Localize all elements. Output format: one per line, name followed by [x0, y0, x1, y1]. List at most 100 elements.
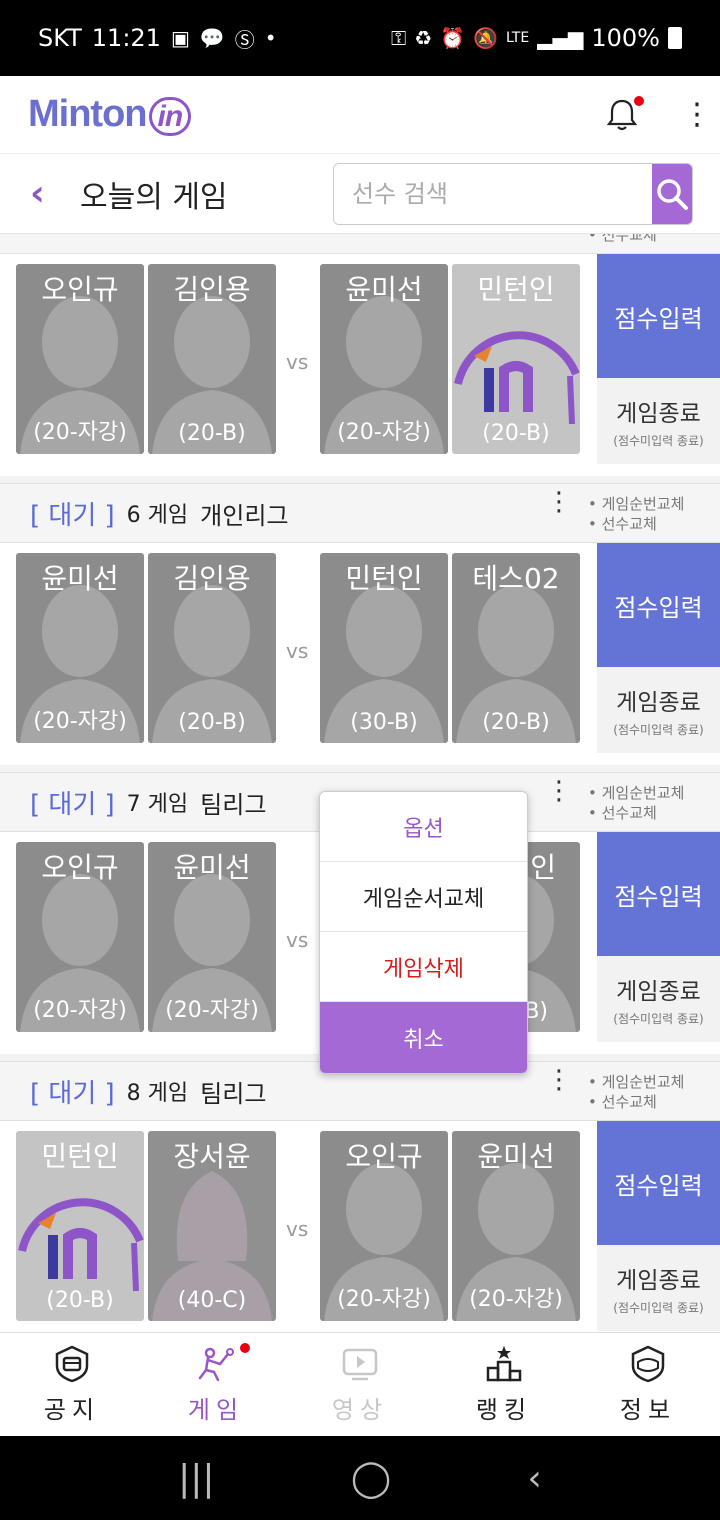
end-game-note: (점수미입력 종료)	[613, 1011, 704, 1026]
nav-label: 게임	[187, 1396, 245, 1424]
delete-game-button[interactable]: 게임삭제	[320, 932, 527, 1002]
player-card[interactable]: 김인용 (20-B)	[148, 553, 276, 743]
game-list[interactable]: ⋮ • 선수교체 오인규 (20-자강) 김인용 (20-B) vs 윤미선 (…	[0, 234, 720, 1332]
home-icon[interactable]: ◯	[351, 1458, 391, 1499]
s-app-icon: Ⓢ	[234, 27, 255, 52]
badminton-icon	[198, 1347, 234, 1382]
player-name: 오인규	[41, 851, 119, 884]
score-input-button[interactable]: 점수입력	[597, 254, 720, 378]
nav-game[interactable]: 게임	[144, 1333, 288, 1436]
notice-icon	[55, 1345, 89, 1383]
end-game-label: 게임종료	[616, 1267, 701, 1294]
player-name: 오인규	[41, 273, 119, 306]
game-options-icon[interactable]: ⋮	[546, 778, 572, 804]
app-bar: Minton in ⋮	[0, 76, 720, 154]
player-card[interactable]: 김인용 (20-B)	[148, 264, 276, 454]
key-icon: ⚿	[390, 26, 407, 50]
carrier: SKT	[38, 24, 82, 52]
player-name: 민턴인	[345, 562, 423, 595]
player-grade: (20-자강)	[337, 420, 431, 445]
page-title: 오늘의 게임	[80, 179, 228, 215]
end-game-label: 게임종료	[616, 689, 701, 716]
end-game-button[interactable]: 게임종료 (점수미입력 종료)	[597, 378, 720, 464]
battery-icon	[668, 27, 682, 49]
vs-label: vs	[286, 1217, 309, 1241]
vs-label: vs	[286, 928, 309, 952]
player-name: 오인규	[345, 1140, 423, 1173]
score-input-button[interactable]: 점수입력	[597, 1121, 720, 1245]
nav-info[interactable]: 정보	[576, 1333, 720, 1436]
info-icon	[631, 1345, 665, 1383]
game-header: [ 대기 ] 6 게임 개인리그 ⋮ • 게임순번교체 • 선수교체	[0, 483, 720, 543]
game-body: 오인규 (20-자강) 김인용 (20-B) vs 윤미선 (20-자강) 민턴…	[0, 254, 720, 476]
system-back-icon[interactable]: ‹	[527, 1458, 541, 1499]
nav-label: 공지	[43, 1396, 101, 1424]
game-options-icon[interactable]: ⋮	[546, 489, 572, 515]
search-input[interactable]	[334, 164, 652, 224]
network-label: LTE	[505, 30, 530, 46]
note-order-swap: 게임순번교체	[601, 1073, 685, 1091]
player-name: 민턴인	[41, 1140, 119, 1173]
player-card[interactable]: 오인규 (20-자강)	[16, 264, 144, 454]
more-menu-icon[interactable]: ⋮	[682, 99, 712, 130]
player-card[interactable]: 장서윤 (40-C)	[148, 1131, 276, 1321]
nav-notice[interactable]: 공지	[0, 1333, 144, 1436]
bell-icon	[606, 99, 638, 130]
notification-bell-icon[interactable]	[606, 95, 644, 132]
player-card[interactable]: 테스02 (20-B)	[452, 553, 580, 743]
search-button[interactable]	[652, 164, 692, 224]
player-search	[333, 163, 693, 225]
player-grade: (20-B)	[46, 1288, 114, 1313]
player-card[interactable]: 오인규 (20-자강)	[16, 842, 144, 1032]
note-player-swap: 선수교체	[601, 1093, 657, 1111]
game-notes: • 게임순번교체 • 선수교체	[588, 495, 685, 533]
vs-label: vs	[286, 639, 309, 663]
score-input-button[interactable]: 점수입력	[597, 543, 720, 667]
player-name: 민턴인	[477, 273, 555, 306]
player-card[interactable]: 민턴인 (30-B)	[320, 553, 448, 743]
nav-label: 영상	[331, 1396, 389, 1424]
player-name: 윤미선	[345, 273, 423, 306]
end-game-note: (점수미입력 종료)	[613, 1300, 704, 1315]
talk-icon: 💬	[199, 26, 225, 50]
mute-icon: 🔕	[473, 26, 498, 50]
recent-apps-icon[interactable]: |||	[178, 1458, 214, 1499]
note-player-swap: 선수교체	[601, 804, 657, 822]
player-card[interactable]: 윤미선 (20-자강)	[452, 1131, 580, 1321]
cancel-button[interactable]: 취소	[320, 1002, 527, 1073]
game-options-icon[interactable]: ⋮	[546, 1067, 572, 1093]
player-card[interactable]: 민턴인 (20-B)	[452, 264, 580, 454]
game-status: [ 대기 ]	[30, 500, 115, 531]
options-popup: 옵션 게임순서교체 게임삭제 취소	[319, 791, 528, 1074]
player-card[interactable]: 오인규 (20-자강)	[320, 1131, 448, 1321]
note-player-swap: 선수교체	[601, 234, 657, 244]
player-name: 윤미선	[477, 1140, 555, 1173]
game-card: [ 대기 ] 6 게임 개인리그 ⋮ • 게임순번교체 • 선수교체 윤미선 (…	[0, 483, 720, 765]
end-game-button[interactable]: 게임종료 (점수미입력 종료)	[597, 667, 720, 753]
end-game-note: (점수미입력 종료)	[613, 722, 704, 737]
back-icon[interactable]: ‹	[30, 173, 70, 214]
player-grade: (20-B)	[178, 710, 246, 735]
app-logo[interactable]: Minton in	[28, 93, 192, 136]
nav-ranking[interactable]: 랭킹	[432, 1333, 576, 1436]
end-game-note: (점수미입력 종료)	[613, 433, 704, 448]
ranking-icon	[486, 1346, 522, 1382]
player-name: 윤미선	[41, 562, 119, 595]
player-card[interactable]: 윤미선 (20-자강)	[148, 842, 276, 1032]
game-card: ⋮ • 선수교체 오인규 (20-자강) 김인용 (20-B) vs 윤미선 (…	[0, 234, 720, 476]
player-grade: (40-C)	[177, 1288, 247, 1313]
player-card[interactable]: 민턴인 (20-B)	[16, 1131, 144, 1321]
end-game-button[interactable]: 게임종료 (점수미입력 종료)	[597, 956, 720, 1042]
game-league: 개인리그	[200, 501, 289, 530]
reorder-game-button[interactable]: 게임순서교체	[320, 862, 527, 932]
recycle-icon: ♻	[414, 26, 433, 50]
score-input-button[interactable]: 점수입력	[597, 832, 720, 956]
player-card[interactable]: 윤미선 (20-자강)	[16, 553, 144, 743]
end-game-button[interactable]: 게임종료 (점수미입력 종료)	[597, 1245, 720, 1331]
player-grade: (20-B)	[482, 710, 550, 735]
note-order-swap: 게임순번교체	[601, 784, 685, 802]
video-icon	[342, 1348, 378, 1381]
nav-video[interactable]: 영상	[288, 1333, 432, 1436]
player-card[interactable]: 윤미선 (20-자강)	[320, 264, 448, 454]
signal-icon: ▂▄▆	[537, 26, 584, 50]
